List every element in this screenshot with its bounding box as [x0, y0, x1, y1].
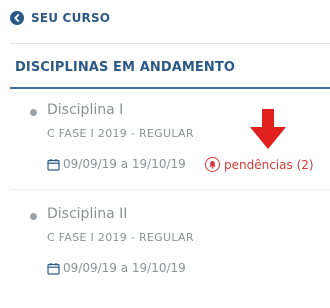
- bullet-icon: [30, 213, 37, 220]
- section-title-underline: [10, 87, 330, 89]
- divider: [10, 189, 330, 190]
- bullet-icon: [30, 109, 37, 116]
- back-link-label: SEU CURSO: [31, 11, 111, 25]
- course-meta: C FASE I 2019 - REGULAR: [47, 231, 194, 244]
- course-dates: 09/09/19 a 19/10/19: [47, 157, 186, 171]
- course-name[interactable]: Disciplina II: [47, 206, 127, 222]
- pending-link[interactable]: pendências (2): [205, 157, 314, 172]
- bell-icon: [205, 157, 220, 172]
- course-panel: SEU CURSO DISCIPLINAS EM ANDAMENTO Disci…: [0, 0, 330, 308]
- course-dates-text: 09/09/19 a 19/10/19: [63, 157, 186, 171]
- course-dates-text: 09/09/19 a 19/10/19: [63, 261, 186, 275]
- calendar-icon: [47, 262, 60, 275]
- course-dates: 09/09/19 a 19/10/19: [47, 261, 186, 275]
- back-to-course-link[interactable]: SEU CURSO: [10, 11, 110, 25]
- course-meta: C FASE I 2019 - REGULAR: [47, 127, 194, 140]
- red-arrow-down-icon: [250, 109, 286, 149]
- divider: [10, 43, 330, 44]
- course-name[interactable]: Disciplina I: [47, 102, 123, 118]
- calendar-icon: [47, 158, 60, 171]
- pending-label: pendências (2): [224, 157, 314, 172]
- chevron-left-circle-icon: [10, 11, 24, 25]
- section-title: DISCIPLINAS EM ANDAMENTO: [15, 60, 235, 75]
